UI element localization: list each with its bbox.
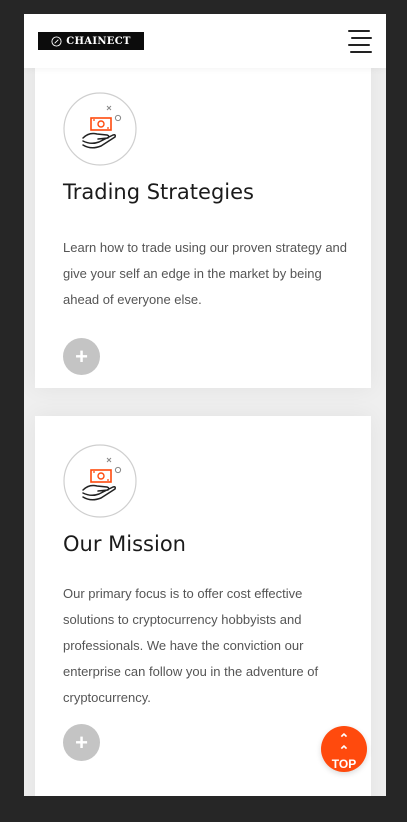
card-title: Our Mission [63, 532, 186, 556]
money-hand-icon [63, 444, 137, 518]
back-to-top-button[interactable]: ⌃ ⌃ TOP [321, 726, 367, 772]
feature-card: Trading Strategies Learn how to trade us… [35, 14, 371, 388]
logo-mark-icon [51, 35, 62, 47]
logo[interactable]: CHAINECT [38, 32, 144, 50]
money-hand-icon [63, 92, 137, 166]
navbar: CHAINECT [24, 14, 386, 68]
card-description: Learn how to trade using our proven stra… [63, 240, 348, 307]
double-chevron-up-icon: ⌃ ⌃ [338, 731, 350, 758]
expand-button[interactable]: + [63, 724, 100, 761]
card-description: Our primary focus is to offer cost effec… [63, 586, 319, 705]
expand-button[interactable]: + [63, 338, 100, 375]
logo-text: CHAINECT [66, 35, 131, 47]
card-title: Trading Strategies [63, 180, 254, 204]
hamburger-menu-icon[interactable] [348, 30, 372, 53]
back-to-top-label: TOP [331, 757, 357, 771]
mobile-viewport: CHAINECT Trading Strategies Learn how to… [24, 14, 386, 796]
